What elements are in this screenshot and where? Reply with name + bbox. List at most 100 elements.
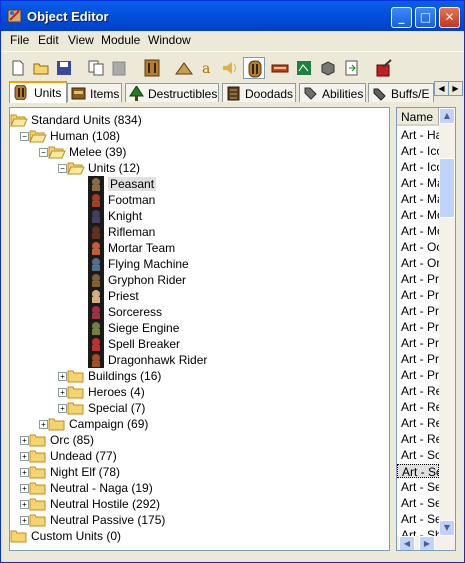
model-icon[interactable] (317, 57, 339, 79)
tree-item[interactable]: + Buildings (16) (10, 368, 389, 384)
list-item[interactable]: Art - Pro (397, 352, 439, 366)
list-item[interactable]: Art - Re (397, 384, 439, 398)
scroll-left-button[interactable]: ◀ (399, 536, 415, 550)
tile-icon[interactable] (293, 57, 315, 79)
list-item[interactable]: Art - Ico (397, 144, 439, 158)
list-item[interactable]: Art - Pro (397, 368, 439, 382)
tab-destructibles[interactable]: Destructibles (125, 83, 219, 102)
text-icon[interactable]: a (196, 57, 218, 79)
tree-item[interactable]: Footman (10, 192, 389, 208)
expand-button[interactable]: + (20, 484, 29, 493)
tab-scroll-left[interactable]: ◀ (434, 81, 449, 96)
export-icon[interactable] (341, 57, 363, 79)
minimize-button[interactable]: _ (391, 7, 412, 28)
expand-button[interactable]: + (58, 372, 67, 381)
maximize-button[interactable]: □ (415, 7, 436, 28)
tree-item[interactable]: + Night Elf (78) (10, 464, 389, 480)
doodad-icon[interactable] (269, 57, 291, 79)
tree-item[interactable]: Standard Units (834) (10, 112, 389, 128)
tree-item[interactable]: Dragonhawk Rider (10, 352, 389, 368)
menu-file[interactable]: File (10, 33, 29, 47)
expand-button[interactable]: + (20, 452, 29, 461)
list-item[interactable]: Art - Ma (397, 192, 439, 206)
tree-item[interactable]: Mortar Team (10, 240, 389, 256)
list-item[interactable]: Art - Mo (397, 224, 439, 238)
scroll-thumb[interactable] (439, 158, 455, 218)
object-tree[interactable]: Standard Units (834) − Human (108) − Melee (… (9, 107, 390, 551)
tab-abilities[interactable]: Abilities (299, 83, 366, 102)
scroll-down-button[interactable]: ▼ (439, 520, 455, 536)
tree-item[interactable]: + Undead (77) (10, 448, 389, 464)
tree-item[interactable]: Gryphon Rider (10, 272, 389, 288)
vertical-scrollbar[interactable]: ▲ ▼ (439, 108, 455, 536)
tree-item[interactable]: − Human (108) (10, 128, 389, 144)
list-item[interactable]: Art - Se (397, 480, 439, 494)
tree-item[interactable]: + Neutral Hostile (292) (10, 496, 389, 512)
new-icon[interactable] (7, 57, 29, 79)
copy-icon[interactable] (85, 57, 107, 79)
field-list[interactable]: Name Art - Ha Art - Ico Art - Ico Art - Ma A… (396, 107, 456, 551)
tree-item[interactable]: Peasant (10, 176, 389, 192)
list-item[interactable]: Art - Se (397, 512, 439, 526)
tab-items[interactable]: Items (67, 83, 122, 102)
object-icon[interactable] (243, 57, 265, 79)
list-item[interactable]: Art - Pro (397, 320, 439, 334)
tree-item[interactable]: + Heroes (4) (10, 384, 389, 400)
list-item[interactable]: Art - Pro (397, 336, 439, 350)
title-bar[interactable]: Object Editor _ □ ✕ (1, 1, 464, 31)
tree-item[interactable]: − Units (12) (10, 160, 389, 176)
test-icon[interactable] (373, 57, 395, 79)
open-icon[interactable] (30, 57, 52, 79)
list-item[interactable]: Art - Re (397, 400, 439, 414)
name-column-header[interactable]: Name (397, 108, 439, 126)
close-button[interactable]: ✕ (439, 7, 460, 28)
list-item[interactable]: Art - Sc (397, 448, 439, 462)
tree-item[interactable]: + Neutral Passive (175) (10, 512, 389, 528)
scroll-right-button[interactable]: ▶ (419, 536, 435, 550)
tab-buffs[interactable]: Buffs/E (368, 83, 434, 102)
list-item[interactable]: Art - Re (397, 416, 439, 430)
menu-module[interactable]: Module (101, 33, 140, 47)
tree-item[interactable]: − Melee (39) (10, 144, 389, 160)
tab-scroll-right[interactable]: ▶ (448, 81, 463, 96)
sound-icon[interactable] (219, 57, 241, 79)
tree-item[interactable]: + Campaign (69) (10, 416, 389, 432)
expand-button[interactable]: + (39, 420, 48, 429)
list-item[interactable]: Art - Ma (397, 176, 439, 190)
list-item[interactable]: Art - Sc (397, 464, 439, 478)
expand-button[interactable]: + (20, 468, 29, 477)
list-item[interactable]: Art - Pro (397, 304, 439, 318)
expand-button[interactable]: + (20, 436, 29, 445)
expand-button[interactable]: + (20, 516, 29, 525)
menu-edit[interactable]: Edit (38, 33, 59, 47)
scroll-up-button[interactable]: ▲ (439, 108, 455, 124)
tree-item[interactable]: + Special (7) (10, 400, 389, 416)
tree-item[interactable]: Rifleman (10, 224, 389, 240)
list-item[interactable]: Art - Ha (397, 128, 439, 142)
list-item[interactable]: Art - Pro (397, 272, 439, 286)
expand-button[interactable]: + (58, 404, 67, 413)
list-item[interactable]: Art - Mo (397, 208, 439, 222)
collapse-button[interactable]: − (58, 164, 67, 173)
collapse-button[interactable]: − (39, 148, 48, 157)
list-item[interactable]: Art - Pro (397, 288, 439, 302)
list-item[interactable]: Art - Ico (397, 160, 439, 174)
list-item[interactable]: Art - Ori (397, 256, 439, 270)
menu-window[interactable]: Window (148, 33, 191, 47)
paste-icon[interactable] (108, 57, 130, 79)
terrain-icon[interactable] (173, 57, 195, 79)
tree-item[interactable]: Flying Machine (10, 256, 389, 272)
expand-button[interactable]: + (58, 388, 67, 397)
tree-item[interactable]: Spell Breaker (10, 336, 389, 352)
list-item[interactable]: Art - Se (397, 496, 439, 510)
save-icon[interactable] (53, 57, 75, 79)
menu-view[interactable]: View (68, 33, 94, 47)
units-icon[interactable] (141, 57, 163, 79)
tree-item[interactable]: Priest (10, 288, 389, 304)
tree-item[interactable]: Sorceress (10, 304, 389, 320)
horizontal-scrollbar[interactable]: ◀ ▶ (397, 536, 455, 550)
tree-item[interactable]: Custom Units (0) (10, 528, 389, 544)
tree-item[interactable]: + Orc (85) (10, 432, 389, 448)
tab-doodads[interactable]: Doodads (222, 83, 296, 102)
tree-item[interactable]: Knight (10, 208, 389, 224)
